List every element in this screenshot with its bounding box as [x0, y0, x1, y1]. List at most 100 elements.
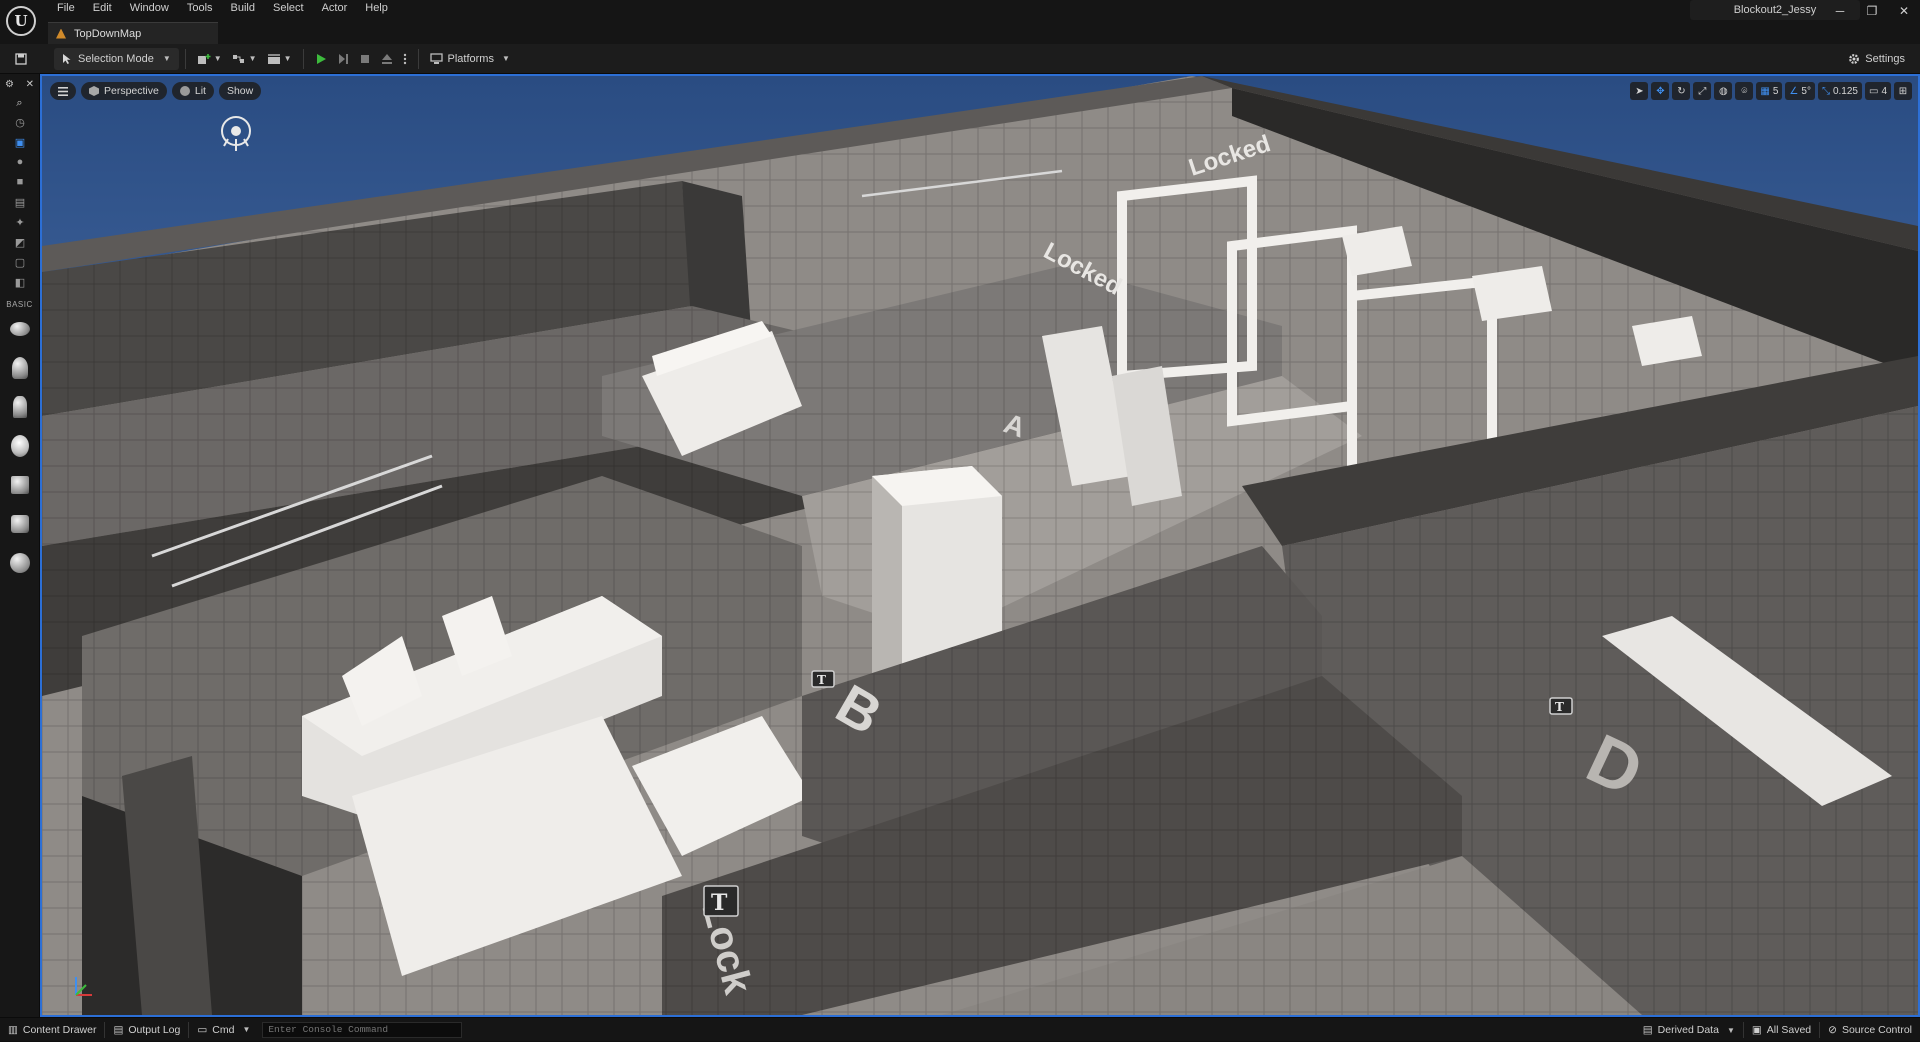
- window-controls: ─ ❐ ✕: [1824, 0, 1920, 22]
- place-actor-icon[interactable]: ▣: [0, 132, 40, 152]
- menu-help[interactable]: Help: [356, 0, 397, 16]
- menu-actor[interactable]: Actor: [313, 0, 357, 16]
- stop-button[interactable]: [354, 48, 376, 70]
- camera-speed-button[interactable]: ▭ 4: [1864, 82, 1891, 100]
- all-saved-button[interactable]: ▣ All Saved: [1744, 1018, 1819, 1042]
- title-bar: U File Edit Window Tools Build Select Ac…: [0, 0, 1920, 44]
- play-button[interactable]: [310, 48, 332, 70]
- restore-button[interactable]: ❐: [1856, 0, 1888, 22]
- platforms-label: Platforms: [447, 52, 494, 65]
- level-tab[interactable]: TopDownMap: [48, 22, 218, 44]
- derived-data-button[interactable]: ▤ Derived Data ▼: [1635, 1018, 1743, 1042]
- level-tab-label: TopDownMap: [74, 27, 142, 40]
- translate-tool-button[interactable]: ✥: [1651, 82, 1670, 100]
- geometry-icon[interactable]: ◩: [0, 232, 40, 252]
- level-icon: [56, 28, 66, 39]
- step-button[interactable]: [332, 48, 354, 70]
- source-control-label: Source Control: [1841, 1024, 1912, 1036]
- lit-label: Lit: [194, 85, 206, 97]
- lights-icon[interactable]: ●: [0, 152, 40, 172]
- console-command-input[interactable]: [262, 1021, 463, 1038]
- cinematics-button[interactable]: ▼: [262, 48, 297, 70]
- camera-icon: ▭: [1868, 85, 1879, 97]
- shapes-icon[interactable]: ■: [0, 172, 40, 192]
- svg-text:T: T: [711, 890, 728, 916]
- settings-label: Settings: [1865, 53, 1905, 65]
- main-toolbar: Selection Mode ▼ ▼ ▼ ▼ Platforms ▼ Setti…: [0, 44, 1920, 74]
- grid-snap-button[interactable]: ▦ 5: [1756, 82, 1783, 100]
- character-icon[interactable]: [0, 348, 40, 387]
- rotation-snap-button[interactable]: ∠ 5°: [1785, 82, 1815, 100]
- volumes-icon[interactable]: ▢: [0, 252, 40, 272]
- close-button[interactable]: ✕: [1888, 0, 1920, 22]
- scale-snap-icon: ⤡: [1821, 85, 1830, 97]
- content-drawer-icon: ▥: [8, 1023, 18, 1036]
- output-log-label: Output Log: [128, 1023, 181, 1036]
- basic-section-label: BASIC: [6, 300, 33, 309]
- point-light-icon[interactable]: [0, 426, 40, 465]
- source-control-button[interactable]: ⊘ Source Control: [1820, 1018, 1920, 1042]
- recent-icon[interactable]: ◷: [0, 112, 40, 132]
- pawn-icon[interactable]: [0, 387, 40, 426]
- viewport-right-toolbar: ➤ ✥ ↻ ⤢ ◍ ⌾ ▦ 5 ∠ 5° ⤡ 0.125 ▭ 4 ⊞: [1630, 82, 1912, 100]
- surface-snap-button[interactable]: ⌾: [1735, 82, 1754, 100]
- menu-build[interactable]: Build: [222, 0, 264, 16]
- selection-mode-dropdown[interactable]: Selection Mode ▼: [54, 47, 179, 70]
- globe-icon: ◍: [1719, 85, 1728, 97]
- perspective-dropdown[interactable]: Perspective: [81, 82, 167, 100]
- empty-actor-icon[interactable]: [0, 309, 40, 348]
- menu-file[interactable]: File: [48, 0, 84, 16]
- rotate-tool-button[interactable]: ↻: [1672, 82, 1691, 100]
- panel-header: ⚙ ✕: [0, 74, 39, 94]
- kebab-menu-icon: [403, 53, 406, 64]
- perspective-cube-icon: [89, 86, 99, 96]
- menu-window[interactable]: Window: [121, 0, 178, 16]
- chevron-down-icon: ▼: [242, 1025, 251, 1034]
- menu-tools[interactable]: Tools: [178, 0, 222, 16]
- toolbar-divider: [417, 48, 419, 69]
- add-actor-button[interactable]: ▼: [192, 48, 227, 70]
- output-log-button[interactable]: ▤ Output Log: [105, 1018, 188, 1042]
- scale-tool-button[interactable]: ⤢: [1693, 82, 1712, 100]
- menu-select[interactable]: Select: [264, 0, 313, 16]
- player-start-icon[interactable]: [0, 465, 40, 504]
- chevron-down-icon: ▼: [1726, 1025, 1735, 1035]
- perspective-label: Perspective: [104, 85, 159, 97]
- level-scene[interactable]: Locked Locked Lock A B D T T T: [42, 76, 1918, 1015]
- content-drawer-button[interactable]: ▥ Content Drawer: [0, 1018, 104, 1042]
- world-space-button[interactable]: ◍: [1714, 82, 1733, 100]
- grid-snap-value: 5: [1772, 85, 1779, 97]
- visual-effects-icon[interactable]: ✦: [0, 212, 40, 232]
- gear-icon: [1849, 54, 1860, 64]
- scale-snap-button[interactable]: ⤡ 0.125: [1817, 82, 1862, 100]
- level-viewport[interactable]: Locked Locked Lock A B D T T T Perspecti…: [40, 74, 1920, 1017]
- close-icon[interactable]: ✕: [26, 79, 34, 90]
- select-tool-button[interactable]: ➤: [1630, 82, 1649, 100]
- viewport-options-button[interactable]: [50, 82, 76, 100]
- directional-light-icon[interactable]: [216, 113, 256, 153]
- play-options-button[interactable]: [398, 48, 412, 70]
- selection-mode-label: Selection Mode: [78, 52, 154, 65]
- platforms-dropdown[interactable]: Platforms ▼: [425, 48, 515, 70]
- unreal-logo-icon[interactable]: U: [6, 6, 36, 36]
- save-button[interactable]: [10, 48, 32, 70]
- search-icon[interactable]: ⌕: [0, 94, 39, 112]
- menu-edit[interactable]: Edit: [84, 0, 121, 16]
- blueprints-button[interactable]: ▼: [227, 48, 262, 70]
- cmd-dropdown[interactable]: ▭ Cmd ▼: [189, 1018, 258, 1042]
- sphere-icon[interactable]: [0, 543, 40, 582]
- cinematic-icon[interactable]: ▤: [0, 192, 40, 212]
- show-label: Show: [226, 85, 254, 97]
- maximize-viewport-button[interactable]: ⊞: [1894, 82, 1912, 100]
- modes-icon[interactable]: ⚙: [5, 79, 14, 90]
- view-mode-dropdown[interactable]: Lit: [171, 82, 214, 100]
- cube-icon[interactable]: [0, 504, 40, 543]
- minimize-button[interactable]: ─: [1824, 0, 1856, 22]
- settings-button[interactable]: Settings: [1843, 48, 1910, 70]
- cursor-icon: [63, 53, 71, 64]
- chevron-down-icon: ▼: [162, 54, 171, 63]
- all-classes-icon[interactable]: ◧: [0, 272, 40, 292]
- platforms-icon: [429, 52, 443, 64]
- show-dropdown[interactable]: Show: [218, 82, 262, 100]
- eject-button[interactable]: [376, 48, 398, 70]
